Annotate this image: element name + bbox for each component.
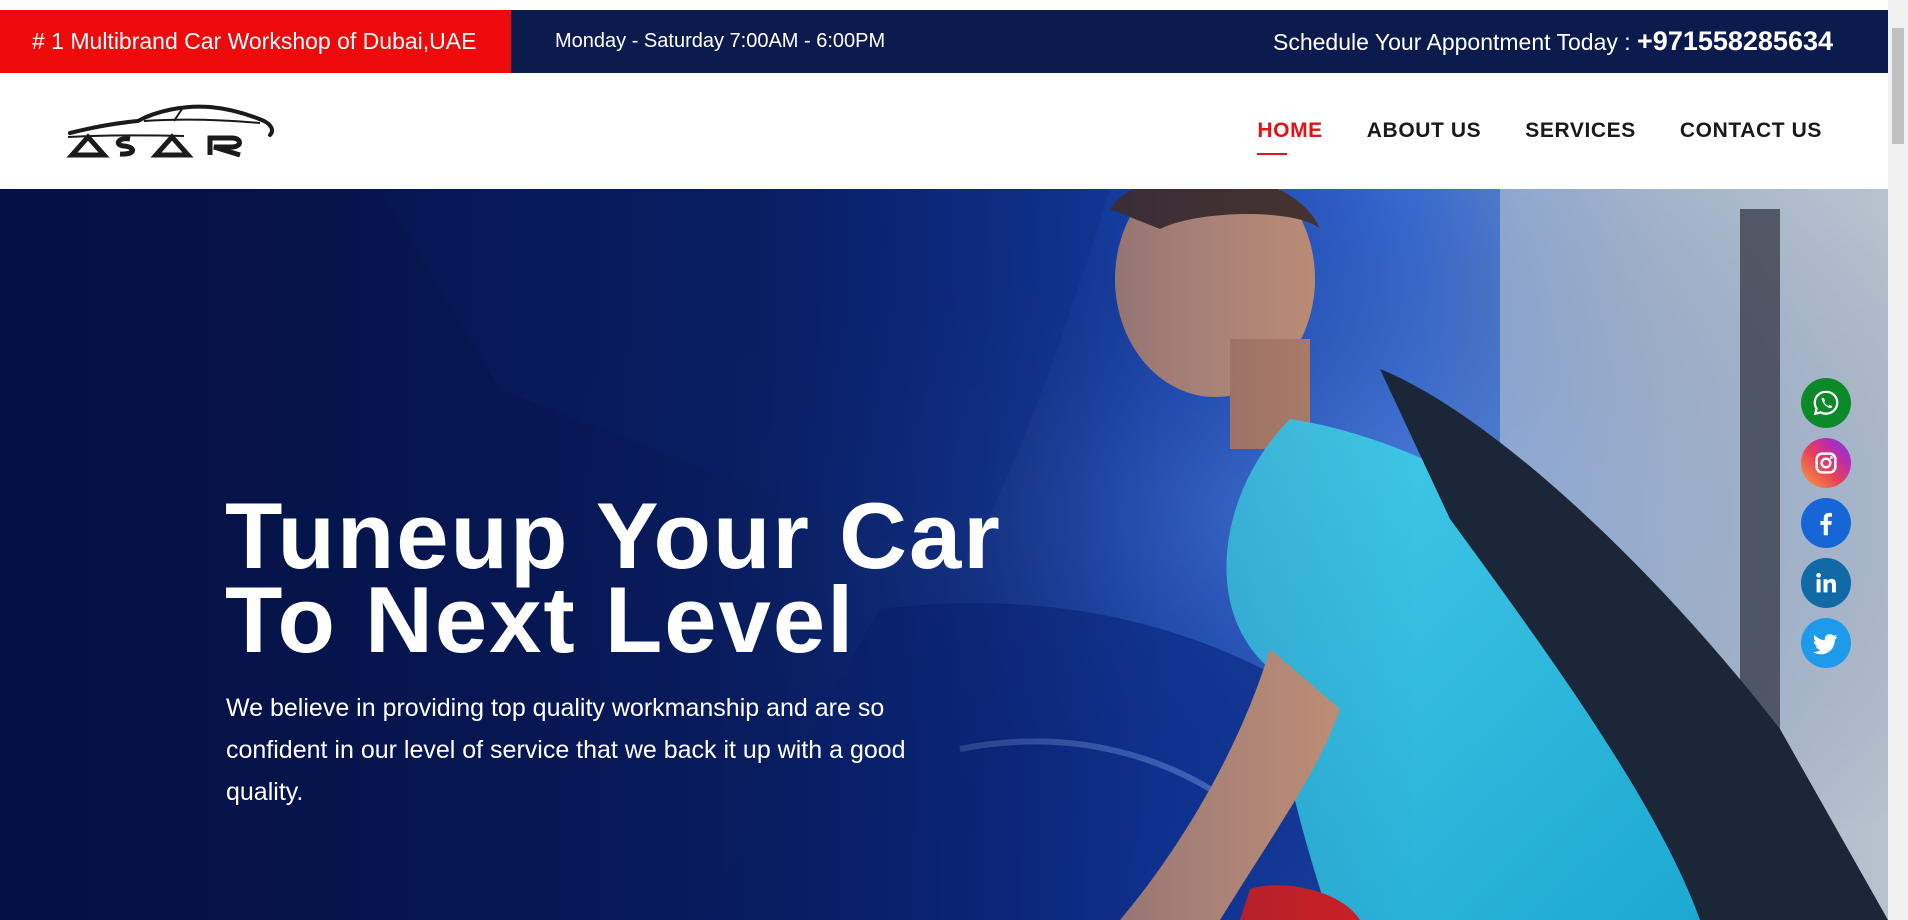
hero-description: We believe in providing top quality work… <box>226 694 906 806</box>
twitter-icon <box>1812 634 1838 655</box>
social-links <box>1801 378 1851 668</box>
phone-number[interactable]: +971558285634 <box>1637 26 1833 56</box>
page-top-gap <box>0 0 1888 10</box>
schedule-appointment: Schedule Your Appontment Today : +971558… <box>1273 10 1833 73</box>
business-hours: Monday - Saturday 7:00AM - 6:00PM <box>555 30 886 52</box>
top-info-bar: # 1 Multibrand Car Workshop of Dubai,UAE… <box>0 10 1888 73</box>
whatsapp-icon <box>1813 390 1839 416</box>
nav-services[interactable]: SERVICES <box>1525 119 1636 143</box>
site-header: HOME ABOUT US SERVICES CONTACT US <box>0 73 1888 189</box>
schedule-label: Schedule Your Appontment Today : <box>1273 29 1638 55</box>
hero-title-line-2: To Next Level <box>225 567 856 672</box>
asar-logo[interactable] <box>64 97 276 161</box>
car-logo-icon <box>66 104 274 158</box>
twitter-button[interactable] <box>1801 618 1851 668</box>
hero-title-line-1: Tuneup Your Car <box>225 483 1002 588</box>
instagram-icon <box>1815 452 1837 474</box>
page-scrollbar[interactable] <box>1888 0 1908 920</box>
hero-title: Tuneup Your Car To Next Level <box>225 483 1002 672</box>
nav-home[interactable]: HOME <box>1257 119 1322 155</box>
whatsapp-button[interactable] <box>1801 378 1851 428</box>
facebook-button[interactable] <box>1801 498 1851 548</box>
linkedin-button[interactable] <box>1801 558 1851 608</box>
scrollbar-thumb[interactable] <box>1892 28 1904 144</box>
instagram-button[interactable] <box>1801 438 1851 488</box>
hero-banner: Tuneup Your Car To Next Level We believe… <box>0 189 1888 920</box>
facebook-icon <box>1820 512 1832 536</box>
main-nav: HOME ABOUT US SERVICES CONTACT US <box>1257 73 1822 189</box>
tagline: # 1 Multibrand Car Workshop of Dubai,UAE <box>0 10 511 73</box>
linkedin-icon <box>1816 572 1836 593</box>
nav-about-us[interactable]: ABOUT US <box>1367 119 1481 143</box>
nav-contact-us[interactable]: CONTACT US <box>1680 119 1822 143</box>
